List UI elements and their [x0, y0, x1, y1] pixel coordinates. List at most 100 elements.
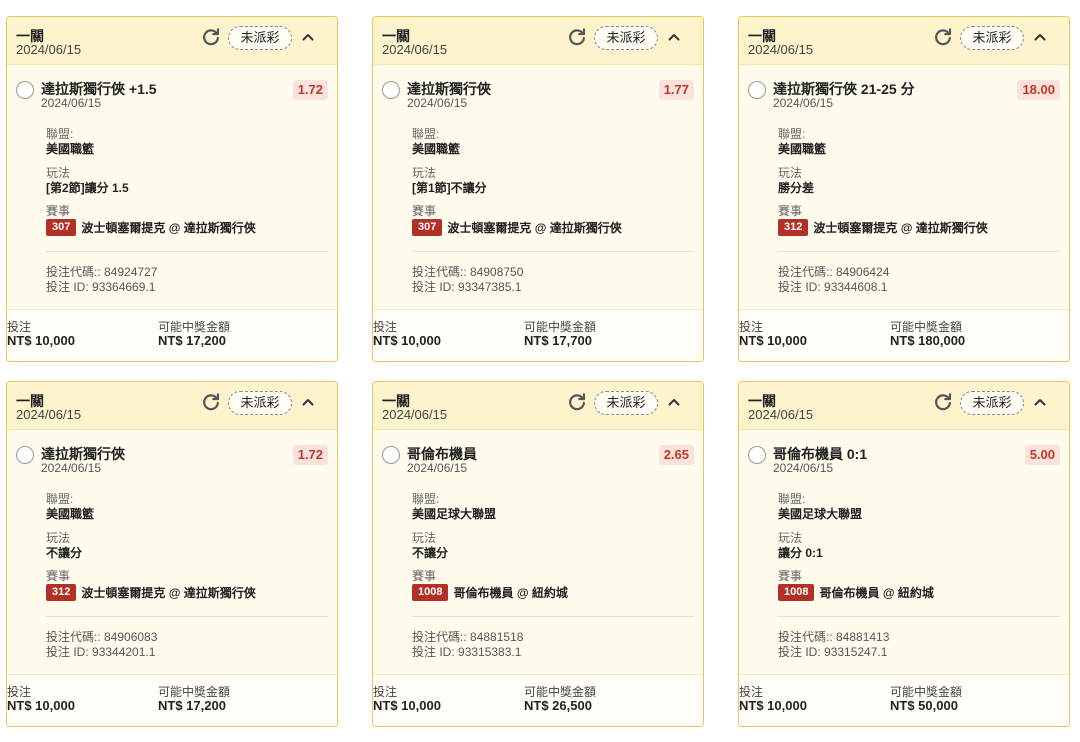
event-label: 賽事	[412, 569, 437, 583]
bet-code-value: : 84906083	[97, 630, 158, 644]
bet-code-label: 投注代碼:	[778, 265, 830, 279]
divider	[778, 251, 1060, 252]
bet-code-value: : 84906424	[829, 265, 890, 279]
select-radio[interactable]	[748, 446, 766, 464]
bet-code-value: : 84908750	[463, 265, 524, 279]
bet-id-line: 投注 ID: 93344608.1	[778, 278, 887, 295]
card-footer: 投注 NT$ 10,000 可能中獎金額 NT$ 26,500	[373, 674, 703, 726]
select-radio[interactable]	[16, 81, 34, 99]
chevron-up-icon[interactable]	[300, 394, 316, 410]
card-header: 一關 2024/06/15 未派彩	[739, 382, 1069, 430]
card-footer: 投注 NT$ 10,000 可能中獎金額 NT$ 17,700	[373, 309, 703, 361]
payout-value: NT$ 26,500	[524, 698, 592, 713]
select-radio[interactable]	[382, 446, 400, 464]
chevron-up-icon[interactable]	[300, 29, 316, 45]
stake-value: NT$ 10,000	[7, 333, 75, 348]
bet-code-label: 投注代碼:	[778, 630, 830, 644]
selection-date: 2024/06/15	[773, 461, 834, 475]
bet-card: 一關 2024/06/15 未派彩 達拉斯獨行俠 +1.5 2024/06/15…	[6, 16, 338, 362]
bet-slip-grid: 一關 2024/06/15 未派彩 達拉斯獨行俠 +1.5 2024/06/15…	[0, 0, 1080, 742]
bet-code-label: 投注代碼:	[412, 630, 464, 644]
bet-card: 一關 2024/06/15 未派彩 達拉斯獨行俠 21-25 分 2024/06…	[738, 16, 1070, 362]
stake-value: NT$ 10,000	[739, 698, 807, 713]
payout-value: NT$ 17,200	[158, 333, 226, 348]
selection-date: 2024/06/15	[41, 96, 102, 110]
selection-date: 2024/06/15	[773, 96, 834, 110]
league-value: 美國職籃	[46, 507, 95, 521]
bet-date: 2024/06/15	[16, 42, 82, 57]
bet-id-label: 投注 ID:	[778, 280, 821, 294]
league-value: 美國職籃	[412, 142, 461, 156]
bet-id-line: 投注 ID: 93364669.1	[46, 278, 155, 295]
event-row: 312 波士頓塞爾提克 @ 達拉斯獨行俠	[778, 218, 988, 236]
event-matchup: 波士頓塞爾提克 @ 達拉斯獨行俠	[447, 220, 622, 235]
chevron-up-icon[interactable]	[666, 394, 682, 410]
event-matchup: 波士頓塞爾提克 @ 達拉斯獨行俠	[81, 585, 256, 600]
divider	[778, 616, 1060, 617]
card-header: 一關 2024/06/15 未派彩	[373, 382, 703, 430]
refresh-icon[interactable]	[566, 391, 588, 413]
select-radio[interactable]	[16, 446, 34, 464]
event-row: 1008 哥倫布機員 @ 紐約城	[778, 583, 934, 601]
bet-id-line: 投注 ID: 93347385.1	[412, 278, 521, 295]
bet-id-label: 投注 ID:	[46, 280, 89, 294]
event-row: 307 波士頓塞爾提克 @ 達拉斯獨行俠	[412, 218, 622, 236]
play-value: 不讓分	[412, 546, 449, 560]
chevron-up-icon[interactable]	[1032, 29, 1048, 45]
play-value: 勝分差	[778, 181, 815, 195]
refresh-icon[interactable]	[566, 26, 588, 48]
bet-date: 2024/06/15	[382, 42, 448, 57]
odds-badge: 1.72	[292, 80, 328, 100]
refresh-icon[interactable]	[932, 26, 954, 48]
event-number-badge: 307	[46, 218, 77, 236]
odds-badge: 1.72	[292, 445, 328, 465]
event-number-badge: 1008	[778, 583, 815, 601]
card-header: 一關 2024/06/15 未派彩	[373, 17, 703, 65]
league-value: 美國足球大聯盟	[412, 507, 497, 521]
selection-date: 2024/06/15	[41, 461, 102, 475]
bet-id-label: 投注 ID:	[412, 645, 455, 659]
payout-value: NT$ 17,700	[524, 333, 592, 348]
event-number-badge: 1008	[412, 583, 449, 601]
play-value: [第2節]讓分 1.5	[46, 181, 129, 195]
bet-card: 一關 2024/06/15 未派彩 達拉斯獨行俠 2024/06/15 1.72…	[6, 381, 338, 727]
odds-badge: 18.00	[1017, 80, 1060, 100]
event-number-badge: 307	[412, 218, 443, 236]
stake-value: NT$ 10,000	[373, 698, 441, 713]
select-radio[interactable]	[382, 81, 400, 99]
event-matchup: 波士頓塞爾提克 @ 達拉斯獨行俠	[813, 220, 988, 235]
bet-id-label: 投注 ID:	[778, 645, 821, 659]
selection-date: 2024/06/15	[407, 461, 468, 475]
bet-code-value: : 84924727	[97, 265, 158, 279]
card-footer: 投注 NT$ 10,000 可能中獎金額 NT$ 17,200	[7, 309, 337, 361]
selection-date: 2024/06/15	[407, 96, 468, 110]
league-value: 美國職籃	[778, 142, 827, 156]
chevron-up-icon[interactable]	[1032, 394, 1048, 410]
refresh-icon[interactable]	[200, 391, 222, 413]
bet-date: 2024/06/15	[382, 407, 448, 422]
event-label: 賽事	[46, 204, 71, 218]
bet-id-value: 93344201.1	[92, 645, 156, 659]
status-badge: 未派彩	[594, 26, 658, 50]
event-matchup: 波士頓塞爾提克 @ 達拉斯獨行俠	[81, 220, 256, 235]
bet-id-line: 投注 ID: 93315247.1	[778, 643, 887, 660]
bet-code-label: 投注代碼:	[412, 265, 464, 279]
bet-id-label: 投注 ID:	[412, 280, 455, 294]
bet-code-label: 投注代碼:	[46, 630, 98, 644]
odds-badge: 1.77	[658, 80, 694, 100]
bet-code-value: : 84881413	[829, 630, 890, 644]
bet-card: 一關 2024/06/15 未派彩 哥倫布機員 0:1 2024/06/15 5…	[738, 381, 1070, 727]
chevron-up-icon[interactable]	[666, 29, 682, 45]
status-badge: 未派彩	[228, 26, 292, 50]
bet-id-label: 投注 ID:	[46, 645, 89, 659]
refresh-icon[interactable]	[200, 26, 222, 48]
event-row: 307 波士頓塞爾提克 @ 達拉斯獨行俠	[46, 218, 256, 236]
bet-id-value: 93347385.1	[458, 280, 522, 294]
stake-value: NT$ 10,000	[739, 333, 807, 348]
select-radio[interactable]	[748, 81, 766, 99]
event-matchup: 哥倫布機員 @ 紐約城	[819, 585, 934, 600]
card-header: 一關 2024/06/15 未派彩	[7, 17, 337, 65]
bet-date: 2024/06/15	[16, 407, 82, 422]
refresh-icon[interactable]	[932, 391, 954, 413]
bet-id-value: 93364669.1	[92, 280, 156, 294]
